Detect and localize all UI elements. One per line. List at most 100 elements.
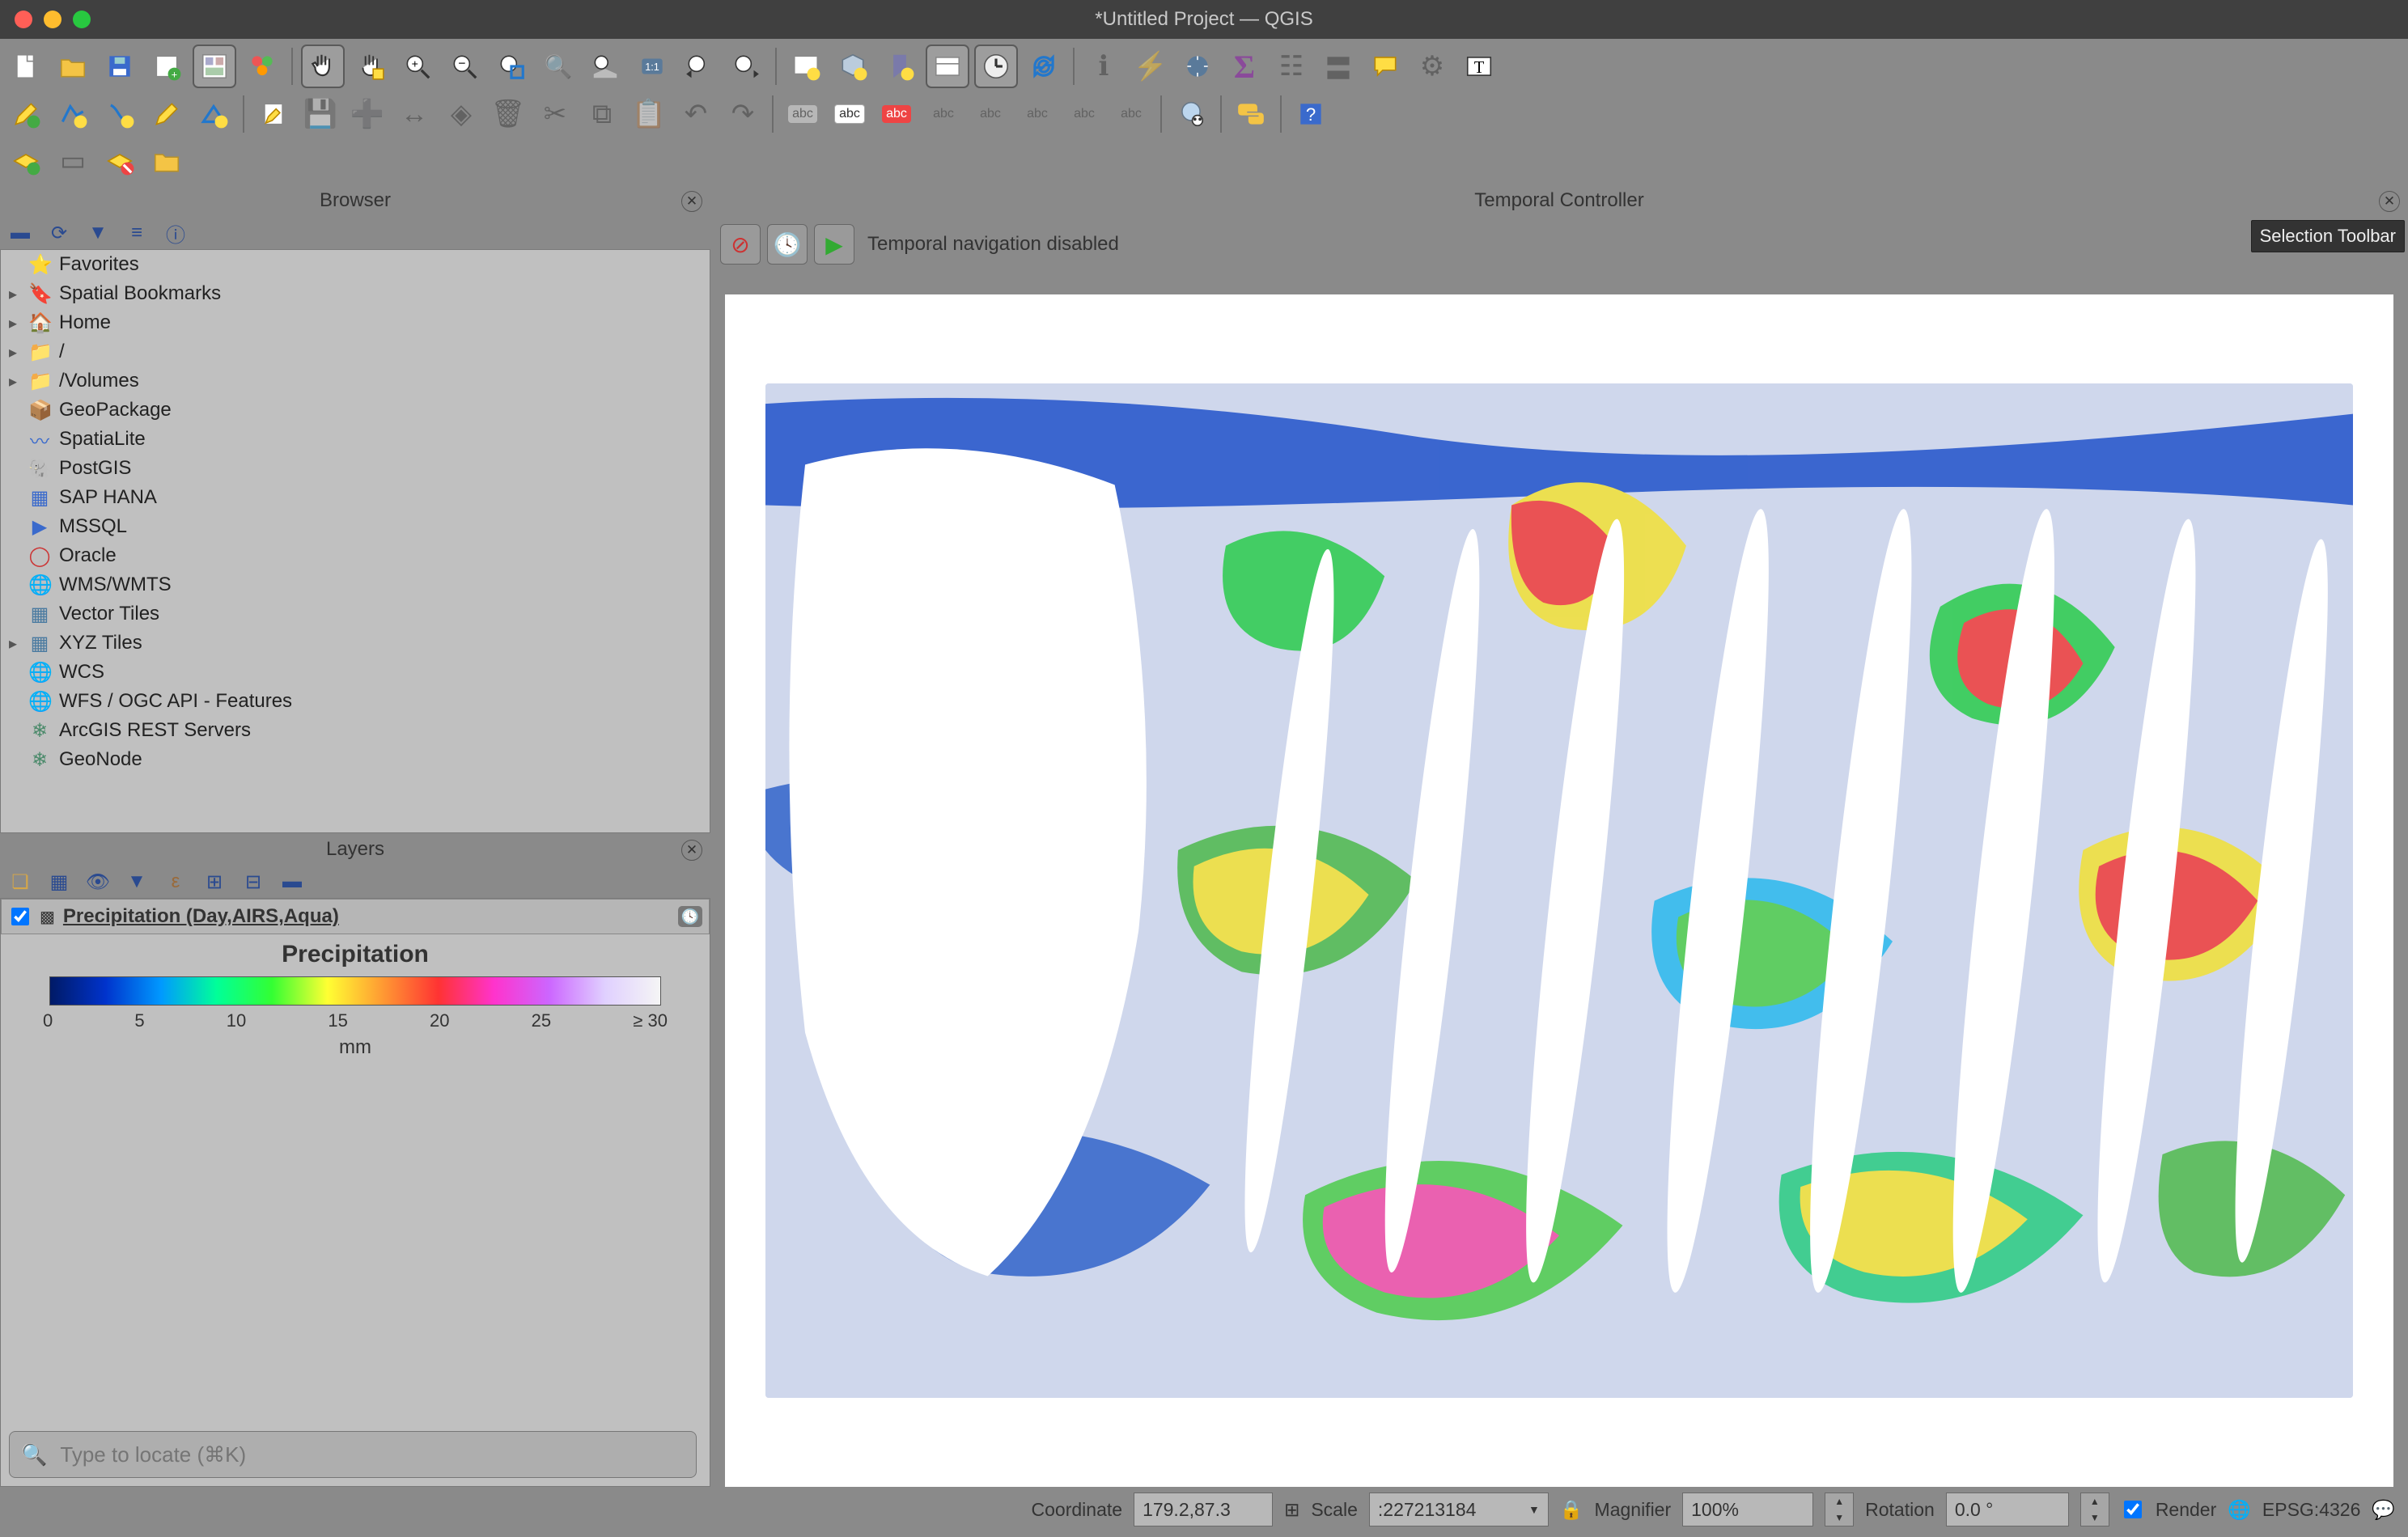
browser-item[interactable]: ◯Oracle bbox=[1, 541, 710, 570]
crs-icon[interactable]: 🌐 bbox=[2228, 1499, 2251, 1521]
layer-visibility-checkbox[interactable] bbox=[11, 908, 29, 925]
browser-item[interactable]: ▦SAP HANA bbox=[1, 483, 710, 512]
browser-item[interactable]: ▦Vector Tiles bbox=[1, 599, 710, 629]
rotation-spinner[interactable]: ▲▼ bbox=[2080, 1493, 2109, 1526]
browser-item[interactable]: ▸📁/ bbox=[1, 337, 710, 366]
browser-item[interactable]: 🐘PostGIS bbox=[1, 454, 710, 483]
browser-item[interactable]: ▸🔖Spatial Bookmarks bbox=[1, 279, 710, 308]
dummy1-button[interactable]: ⚙ bbox=[1411, 45, 1453, 87]
python-console-button[interactable] bbox=[1230, 93, 1272, 135]
browser-item[interactable]: 〰SpatiaLite bbox=[1, 425, 710, 454]
style-manager-button[interactable] bbox=[241, 45, 283, 87]
coord-field[interactable]: 179.2,87.3 bbox=[1134, 1493, 1273, 1526]
minimize-window-button[interactable] bbox=[44, 11, 61, 28]
layer-add-group-icon[interactable]: ▦ bbox=[47, 870, 71, 894]
zoom-full-button[interactable] bbox=[490, 45, 532, 87]
scalebar-button[interactable]: 〓 bbox=[1317, 45, 1359, 87]
filter-legend-button[interactable] bbox=[5, 140, 47, 182]
add-layer-icon[interactable]: ▬ bbox=[8, 221, 32, 245]
temporal-play-button[interactable]: ▶ bbox=[814, 224, 854, 265]
layer-style-icon[interactable]: ❏ bbox=[8, 870, 32, 894]
action-button[interactable]: ⚡ bbox=[1130, 45, 1172, 87]
layer-expr-icon[interactable]: ε bbox=[163, 870, 188, 894]
zoom-native-button[interactable]: 1:1 bbox=[631, 45, 673, 87]
rotation-field[interactable]: 0.0 ° bbox=[1946, 1493, 2069, 1526]
expand-icon[interactable]: ▸ bbox=[6, 371, 20, 392]
pan-to-selection-button[interactable] bbox=[350, 45, 392, 87]
help-button[interactable]: ? bbox=[1290, 93, 1332, 135]
paste-button[interactable]: 📋 bbox=[628, 93, 670, 135]
browser-item[interactable]: ▸▦XYZ Tiles bbox=[1, 629, 710, 658]
magnifier-field[interactable]: 100% bbox=[1682, 1493, 1813, 1526]
new-virtual-button[interactable] bbox=[193, 93, 235, 135]
cut-button[interactable]: ✂ bbox=[534, 93, 576, 135]
group-1-button[interactable]: ▭ bbox=[52, 140, 94, 182]
show-bookmarks-button[interactable] bbox=[926, 44, 969, 88]
layers-close-button[interactable]: ✕ bbox=[681, 840, 702, 861]
scale-field[interactable]: :227213184▼ bbox=[1369, 1493, 1549, 1526]
layer-collapse-icon[interactable]: ⊟ bbox=[241, 870, 265, 894]
expand-icon[interactable]: ▸ bbox=[6, 284, 20, 304]
new-gpkg-button[interactable] bbox=[146, 93, 188, 135]
browser-item[interactable]: ⭐Favorites bbox=[1, 250, 710, 279]
locator-input[interactable] bbox=[58, 1442, 685, 1468]
map-canvas[interactable] bbox=[725, 294, 2393, 1487]
measure-button[interactable] bbox=[1176, 45, 1219, 87]
delete-button[interactable]: 🗑 bbox=[487, 93, 529, 135]
undo-button[interactable]: ↶ bbox=[675, 93, 717, 135]
group-folder-button[interactable] bbox=[146, 140, 188, 182]
render-checkbox[interactable] bbox=[2124, 1501, 2142, 1518]
node-tool-button[interactable]: ◈ bbox=[440, 93, 482, 135]
layer-temporal-icon[interactable]: 🕓 bbox=[678, 906, 702, 927]
new-bookmark-button[interactable] bbox=[879, 45, 921, 87]
label-2-button[interactable]: abc bbox=[922, 93, 964, 135]
layer-filter-icon[interactable]: ▼ bbox=[125, 870, 149, 894]
zoom-next-button[interactable] bbox=[725, 45, 767, 87]
layer-diag-button[interactable] bbox=[99, 140, 141, 182]
browser-item[interactable]: 🌐WCS bbox=[1, 658, 710, 687]
label-3-button[interactable]: abc bbox=[969, 93, 1011, 135]
zoom-out-button[interactable]: − bbox=[443, 45, 485, 87]
maximize-window-button[interactable] bbox=[73, 11, 91, 28]
layout-manager-button[interactable] bbox=[193, 44, 236, 88]
properties-icon[interactable]: ⓘ bbox=[163, 221, 188, 245]
pan-map-button[interactable] bbox=[301, 44, 345, 88]
stats-button[interactable]: ☷ bbox=[1270, 45, 1312, 87]
refresh-browser-icon[interactable]: ⟳ bbox=[47, 221, 71, 245]
layer-visibility-icon[interactable]: 👁 bbox=[86, 870, 110, 894]
browser-item[interactable]: ▸🏠Home bbox=[1, 308, 710, 337]
locator-bar[interactable]: 🔍 bbox=[9, 1431, 697, 1478]
toggle-editing-button[interactable] bbox=[252, 93, 295, 135]
expand-icon[interactable]: ▸ bbox=[6, 313, 20, 333]
redo-button[interactable]: ↷ bbox=[722, 93, 764, 135]
zoom-in-button[interactable]: + bbox=[396, 45, 439, 87]
close-window-button[interactable] bbox=[15, 11, 32, 28]
expand-icon[interactable]: ▸ bbox=[6, 633, 20, 654]
lock-scale-icon[interactable]: 🔒 bbox=[1560, 1499, 1583, 1521]
label-pin-button[interactable]: abc bbox=[829, 93, 871, 135]
new-shapefile-button[interactable] bbox=[99, 93, 141, 135]
temporal-controller-button[interactable] bbox=[974, 44, 1018, 88]
browser-tree[interactable]: ⭐Favorites▸🔖Spatial Bookmarks▸🏠Home▸📁/▸📁… bbox=[0, 249, 710, 833]
open-project-button[interactable] bbox=[52, 45, 94, 87]
expand-icon[interactable]: ▸ bbox=[6, 342, 20, 362]
temporal-fixed-button[interactable]: 🕓 bbox=[767, 224, 808, 265]
layer-row[interactable]: ▩ Precipitation (Day,AIRS,Aqua) 🕓 bbox=[1, 899, 710, 934]
browser-item[interactable]: ❄ArcGIS REST Servers bbox=[1, 716, 710, 745]
zoom-selection-button[interactable]: 🔍 bbox=[537, 45, 579, 87]
metasearch-button[interactable] bbox=[1170, 93, 1212, 135]
label-1-button[interactable]: abc bbox=[782, 93, 824, 135]
crs-label[interactable]: EPSG:4326 bbox=[2262, 1499, 2360, 1521]
collapse-all-icon[interactable]: ≡ bbox=[125, 221, 149, 245]
text-annotation-button[interactable]: T bbox=[1458, 45, 1500, 87]
refresh-button[interactable] bbox=[1023, 45, 1065, 87]
layer-remove-icon[interactable]: ▬ bbox=[280, 870, 304, 894]
label-6-button[interactable]: abc bbox=[1110, 93, 1152, 135]
magnifier-spinner[interactable]: ▲▼ bbox=[1825, 1493, 1854, 1526]
sum-button[interactable]: Σ bbox=[1223, 45, 1265, 87]
maptips-button[interactable] bbox=[1364, 45, 1406, 87]
browser-item[interactable]: ▸📁/Volumes bbox=[1, 366, 710, 396]
label-5-button[interactable]: abc bbox=[1063, 93, 1105, 135]
new-3d-view-button[interactable] bbox=[832, 45, 874, 87]
new-map-view-button[interactable] bbox=[785, 45, 827, 87]
